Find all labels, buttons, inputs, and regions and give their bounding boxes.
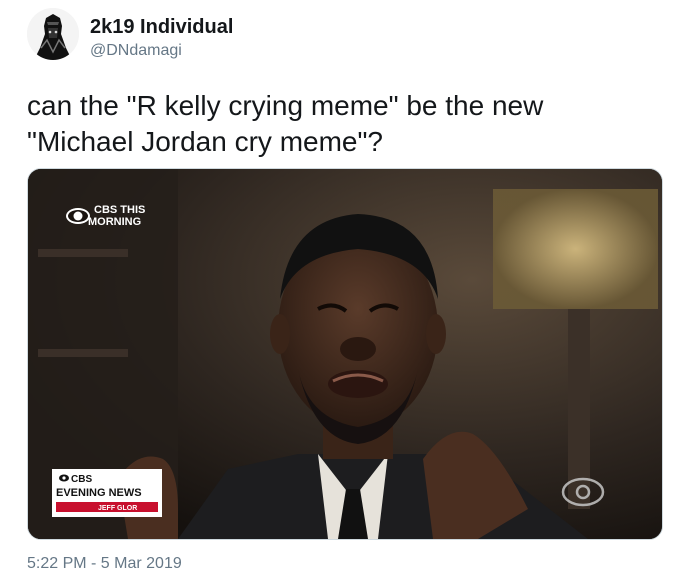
network-logo-line-2: MORNING [88,216,141,228]
tweet-text-line: can the "R kelly crying meme" be the new [27,90,544,121]
lower-third-line-2: EVENING NEWS [56,487,142,499]
display-name[interactable]: 2k19 Individual [90,16,233,39]
video-still: CBS THIS MORNING CBS EVENING NEWS JEFF G… [28,169,662,539]
avatar[interactable] [27,8,79,60]
lower-third-badge: CBS EVENING NEWS JEFF GLOR [52,469,162,517]
user-handle[interactable]: @DNdamagi [90,42,182,60]
tweet-text: can the "R kelly crying meme" be the new… [27,88,657,160]
tweet-text-line: "Michael Jordan cry meme"? [27,126,384,157]
lower-third-line-3: JEFF GLOR [98,505,137,512]
network-logo-line-1: CBS THIS [94,204,145,216]
lower-third-line-1: CBS [71,474,92,485]
cbs-eye-icon [66,208,90,224]
avatar-icon [27,8,79,60]
tweet-card: 2k19 Individual @DNdamagi can the "R kel… [0,0,680,580]
tweet-timestamp[interactable]: 5:22 PM - 5 Mar 2019 [27,555,182,573]
tweet-media-image[interactable]: CBS THIS MORNING CBS EVENING NEWS JEFF G… [27,168,663,540]
